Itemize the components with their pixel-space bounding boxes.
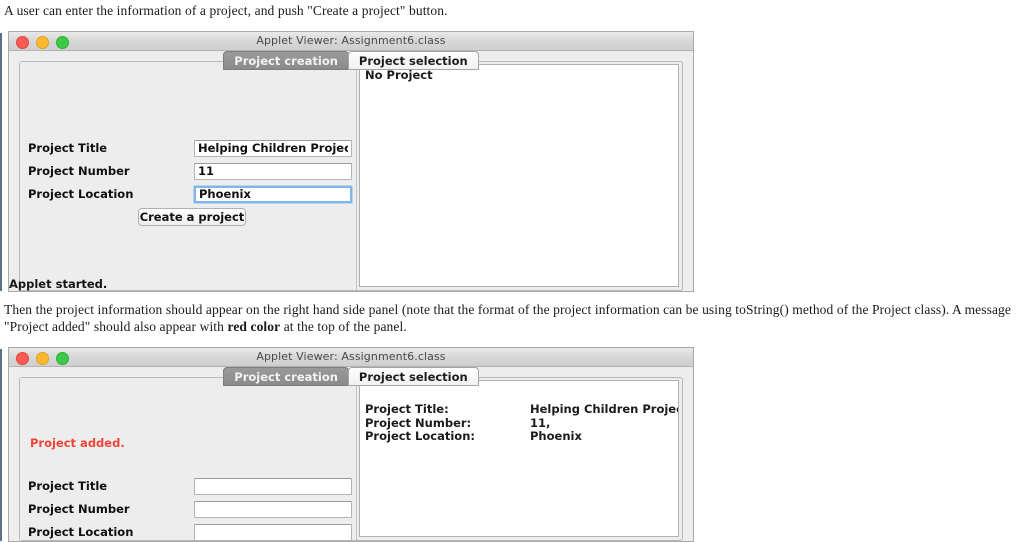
window-2-right-pane[interactable]: Project Title: Project Number: Project L… — [359, 380, 679, 537]
tab-project-selection[interactable]: Project selection — [347, 367, 479, 386]
form-row-project-location: Project Location — [20, 522, 356, 541]
project-info-label-number: Project Number: — [365, 415, 472, 430]
project-added-message: Project added. — [30, 436, 125, 450]
input-project-location[interactable] — [194, 523, 352, 541]
instruction-paragraph-2-part1: Then the project information should appe… — [4, 302, 1012, 334]
page-edge-marker-2 — [0, 349, 2, 541]
window-1-body: Project creation Project selection Proje… — [9, 51, 693, 291]
label-project-title: Project Title — [28, 479, 108, 493]
label-project-location: Project Location — [28, 187, 134, 201]
window-1-titlebar[interactable]: Applet Viewer: Assignment6.class — [9, 32, 693, 51]
page-edge-marker-1 — [0, 33, 2, 291]
window-2-body: Project creation Project selection Proje… — [9, 367, 693, 541]
applet-status-bar-1: Applet started. — [9, 277, 108, 291]
label-project-number: Project Number — [28, 164, 130, 178]
form-row-project-location: Project Location — [20, 184, 356, 204]
window-1-left-pane: Project Title Project Number Project Loc… — [20, 62, 357, 290]
input-project-number[interactable] — [194, 162, 352, 180]
applet-window-2: Applet Viewer: Assignment6.class Project… — [8, 347, 694, 542]
window-2-split: Project added. Project Title Project Num… — [20, 378, 682, 541]
window-1-right-pane[interactable]: No Project — [359, 64, 679, 287]
window-1-split: Project Title Project Number Project Loc… — [20, 62, 682, 290]
project-info-values: Helping Children Project, 11, Phoenix — [530, 402, 679, 444]
instruction-paragraph-1: A user can enter the information of a pr… — [4, 2, 1020, 19]
project-info-value-title: Helping Children Project, — [530, 402, 679, 416]
input-project-title[interactable] — [194, 139, 352, 157]
instruction-paragraph-2-emphasis: red color — [227, 319, 281, 334]
project-info-value-location: Phoenix — [530, 429, 582, 443]
form-row-project-number: Project Number — [20, 161, 356, 181]
create-a-project-button[interactable]: Create a project — [138, 208, 246, 226]
instruction-paragraph-2: Then the project information should appe… — [4, 301, 1020, 335]
project-info-value-number: 11, — [530, 415, 551, 430]
window-2-title: Applet Viewer: Assignment6.class — [256, 350, 446, 363]
form-row-project-title: Project Title — [20, 138, 356, 158]
project-info-label-title: Project Title: — [365, 402, 449, 416]
input-project-location[interactable] — [194, 185, 352, 203]
tab-project-selection[interactable]: Project selection — [347, 51, 479, 70]
window-2-tabstrip: Project creation Project selection — [9, 367, 693, 388]
form-row-project-title: Project Title — [20, 476, 356, 496]
instruction-paragraph-1-text: A user can enter the information of a pr… — [4, 3, 448, 18]
window-1-title: Applet Viewer: Assignment6.class — [256, 34, 446, 47]
instruction-paragraph-2-part2: at the top of the panel. — [280, 319, 407, 334]
window-1-content-frame: Project Title Project Number Project Loc… — [19, 61, 683, 291]
tab-project-creation[interactable]: Project creation — [223, 367, 349, 386]
window-1-button-row: Create a project — [20, 208, 356, 230]
window-1-tabstrip: Project creation Project selection — [9, 51, 693, 72]
input-project-title[interactable] — [194, 477, 352, 495]
input-project-number[interactable] — [194, 500, 352, 518]
window-2-form: Project Title Project Number Project Loc… — [20, 476, 356, 541]
label-project-title: Project Title — [28, 141, 108, 155]
label-project-number: Project Number — [28, 502, 130, 516]
project-info-label-location: Project Location: — [365, 429, 475, 443]
form-row-project-number: Project Number — [20, 499, 356, 519]
label-project-location: Project Location — [28, 525, 134, 539]
window-2-titlebar[interactable]: Applet Viewer: Assignment6.class — [9, 348, 693, 367]
window-2-content-frame: Project added. Project Title Project Num… — [19, 377, 683, 541]
tab-project-creation[interactable]: Project creation — [223, 51, 349, 70]
window-1-form: Project Title Project Number Project Loc… — [20, 138, 356, 230]
window-2-left-pane: Project added. Project Title Project Num… — [20, 378, 357, 541]
project-info-labels: Project Title: Project Number: Project L… — [365, 402, 530, 444]
project-info-readout: Project Title: Project Number: Project L… — [365, 402, 679, 444]
applet-window-1: Applet Viewer: Assignment6.class Project… — [8, 31, 694, 292]
